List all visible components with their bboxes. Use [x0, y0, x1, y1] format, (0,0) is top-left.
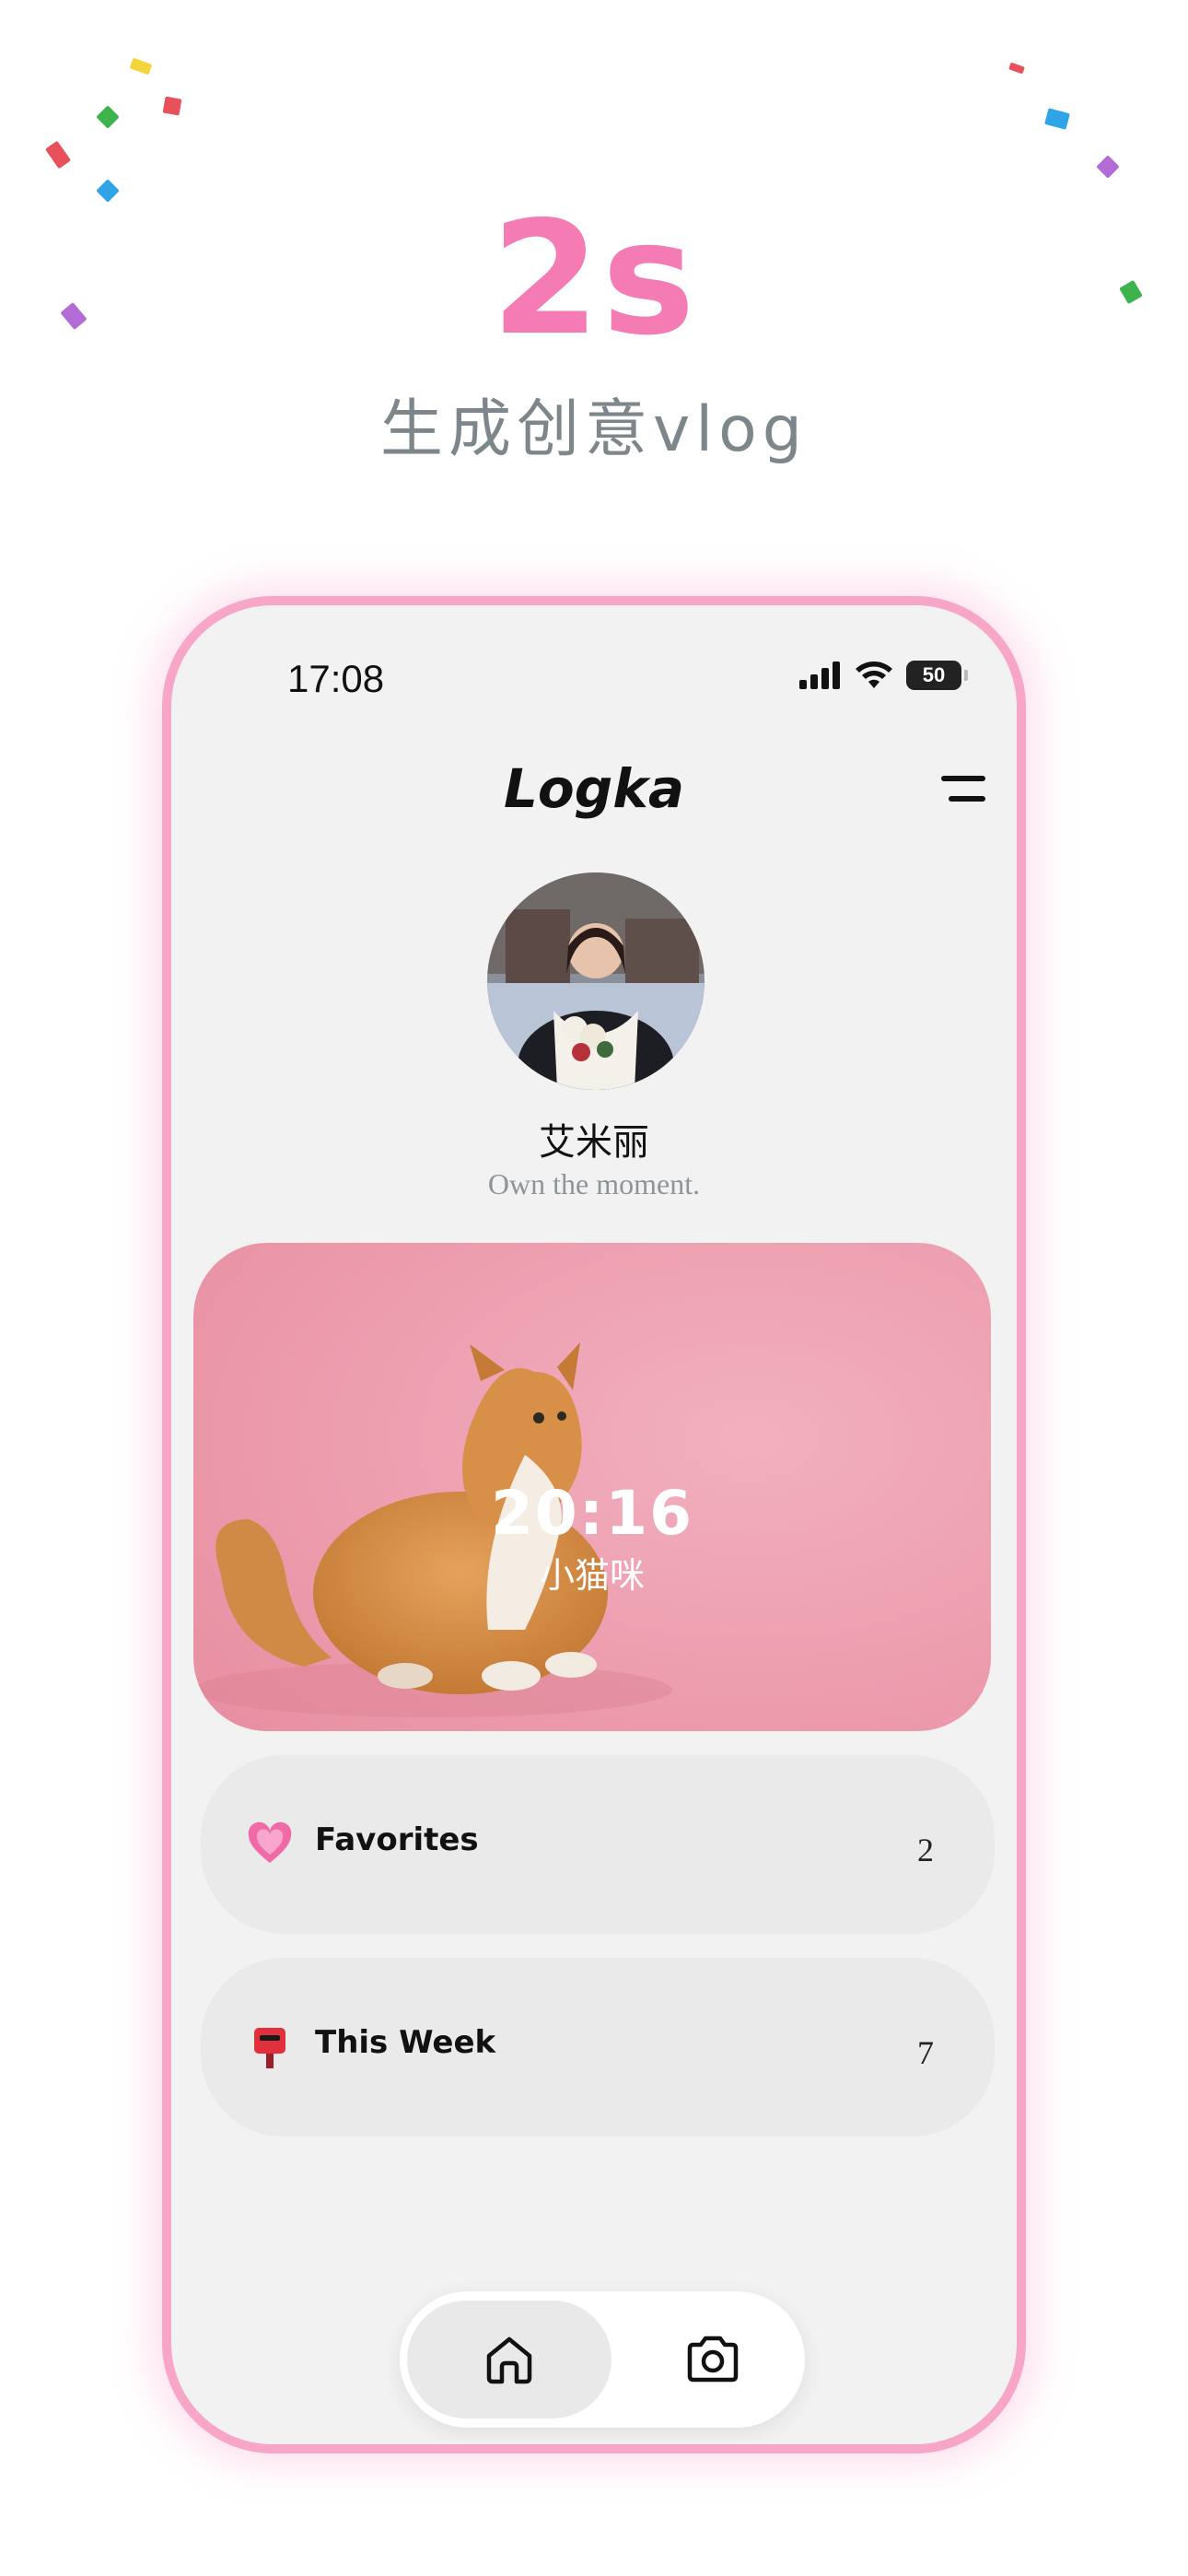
promo-subheadline: 生成创意vlog [380, 393, 808, 466]
status-time: 17:08 [287, 657, 385, 700]
list-item-this-week[interactable]: This Week 7 [201, 1958, 995, 2137]
list-item-favorites[interactable]: Favorites 2 [201, 1755, 995, 1934]
user-name: 艾米丽 [539, 1121, 649, 1164]
menu-icon[interactable] [934, 774, 985, 811]
list-item-count: 7 [917, 2034, 934, 2071]
postbox-icon [254, 2028, 285, 2068]
confetti-piece [44, 140, 72, 170]
list-item-label: Favorites [315, 1821, 479, 1858]
confetti-piece [129, 57, 153, 76]
cellular-signal-icon [799, 662, 840, 689]
wifi-icon [856, 662, 892, 688]
list-item-count: 2 [917, 1832, 934, 1868]
avatar[interactable] [487, 872, 705, 1090]
heart-icon [248, 1821, 292, 1863]
tab-bar [400, 2291, 805, 2428]
user-bio: Own the moment. [487, 1167, 701, 1200]
list-item-label: This Week [315, 2024, 496, 2061]
camera-icon [687, 2336, 739, 2383]
status-icons: 50 [799, 661, 968, 690]
featured-time: 20:16 [490, 1478, 694, 1549]
confetti-piece [1096, 155, 1120, 179]
confetti-piece [96, 105, 120, 129]
confetti-piece [1044, 108, 1070, 130]
battery-icon: 50 [906, 661, 968, 690]
featured-vlog-card[interactable]: 20:16 小猫咪 [193, 1243, 991, 1731]
tab-camera[interactable] [639, 2301, 786, 2418]
home-icon [486, 2336, 532, 2384]
confetti-piece [162, 96, 182, 116]
confetti-piece [1008, 62, 1025, 75]
promo-headline: 2s [491, 188, 697, 370]
confetti-piece [96, 179, 120, 203]
app-title: Logka [503, 757, 685, 820]
tab-home[interactable] [407, 2301, 611, 2418]
featured-subtitle: 小猫咪 [539, 1555, 645, 1596]
phone-frame: 17:08 50 Logka 艾米丽 Own the moment. 20:16… [162, 596, 1026, 2453]
